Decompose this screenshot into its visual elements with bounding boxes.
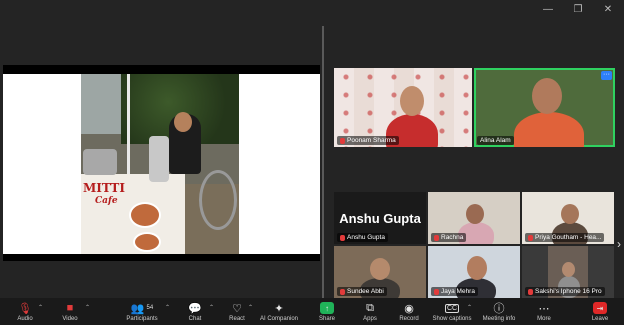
captions-label: Show captions xyxy=(432,316,472,322)
participant-name: Alina Alam xyxy=(480,137,511,144)
more-icon: ⋯ xyxy=(538,302,550,315)
mic-off-icon: 🎙 xyxy=(18,302,32,315)
cart-sign-sub: Cafe xyxy=(95,196,118,206)
apps-icon: ⧉ xyxy=(366,301,374,314)
participant-head xyxy=(467,256,487,280)
participant-head xyxy=(562,262,575,277)
participants-icon: 👥 54 xyxy=(130,302,154,315)
participant-name-label: Jaya Mehra xyxy=(431,287,478,296)
audio-label: Audio xyxy=(17,316,33,322)
participant-name-label: Anshu Gupta xyxy=(337,233,388,242)
video-tile-jaya[interactable]: Jaya Mehra xyxy=(428,246,520,298)
meeting-info-button[interactable]: ⓘ Meeting info xyxy=(474,301,524,322)
mic-muted-icon xyxy=(528,288,533,295)
leave-button[interactable]: ⇥ Leave xyxy=(575,301,624,322)
mic-muted-icon xyxy=(340,234,345,241)
participant-name: Priya Goutham - Hea... xyxy=(535,234,602,241)
cooking-pot xyxy=(83,149,117,175)
share-screen-icon: ↑ xyxy=(320,302,334,314)
captions-options-chevron-icon[interactable]: ⌃ xyxy=(467,304,472,311)
shared-screen[interactable]: MITTI Cafe xyxy=(3,65,320,261)
sparkle-icon: ✦ xyxy=(274,302,284,315)
chat-label: Chat xyxy=(188,316,202,322)
cart-sign-main: MITTI xyxy=(83,181,125,195)
participant-name-label: Sundee Abbi xyxy=(337,287,387,296)
leave-label: Leave xyxy=(591,316,609,322)
more-button[interactable]: ⋯ More xyxy=(519,301,569,323)
video-tile-sakshi[interactable]: Sakshi's Iphone 16 Pro xyxy=(522,246,614,298)
meeting-toolbar: 🎙 Audio ⌃ ■ Video ⌃ 👥 54 Participants ⌃ 💬… xyxy=(0,298,624,325)
participant-head xyxy=(532,78,562,114)
video-tile-rachna[interactable]: Rachna xyxy=(428,192,520,244)
leave-icon: ⇥ xyxy=(593,302,607,314)
participants-button[interactable]: 👥 54 Participants xyxy=(117,301,167,323)
close-icon[interactable]: ✕ xyxy=(602,4,614,16)
mic-muted-icon xyxy=(340,137,345,144)
participant-body xyxy=(514,112,584,147)
minimize-icon[interactable]: — xyxy=(542,4,554,16)
participant-name-label: Poonam Sharma xyxy=(337,136,399,145)
apps-label: Apps xyxy=(363,316,377,322)
participants-label: Participants xyxy=(126,316,158,322)
meeting-info-label: Meeting info xyxy=(482,316,516,322)
video-tile-alina[interactable]: ··· Alina Alam xyxy=(474,68,615,147)
mic-muted-icon xyxy=(434,288,439,295)
mic-muted-icon xyxy=(434,234,439,241)
captions-icon: CC xyxy=(444,303,460,313)
record-icon: ◉ xyxy=(404,302,414,315)
food-plate-1 xyxy=(129,202,161,228)
mic-muted-icon xyxy=(528,234,533,241)
video-options-chevron-icon[interactable]: ⌃ xyxy=(85,304,90,311)
more-label: More xyxy=(537,316,551,322)
tea-urn xyxy=(149,136,169,182)
participant-name-label: Sakshi's Iphone 16 Pro xyxy=(525,287,605,296)
heart-icon: ♡ xyxy=(232,302,242,315)
cart-sign: MITTI Cafe xyxy=(83,182,131,208)
video-off-icon: ■ xyxy=(66,302,74,314)
participant-name: Jaya Mehra xyxy=(441,288,475,295)
wheelchair-wheel xyxy=(199,170,237,230)
participant-head xyxy=(466,204,484,224)
participant-head xyxy=(561,204,579,224)
participant-name-label: Rachna xyxy=(431,233,467,242)
panel-divider[interactable] xyxy=(322,26,324,298)
food-plate-2 xyxy=(133,232,161,252)
audio-options-chevron-icon[interactable]: ⌃ xyxy=(38,304,43,311)
share-label: Share xyxy=(318,316,335,322)
share-icon-wrap: ↑ xyxy=(320,301,334,315)
participant-name: Sakshi's Iphone 16 Pro xyxy=(535,288,602,295)
leave-icon-wrap: ⇥ xyxy=(593,301,607,315)
video-tile-priya[interactable]: Priya Goutham - Hea... xyxy=(522,192,614,244)
info-icon: ⓘ xyxy=(493,303,505,315)
participant-name: Sundee Abbi xyxy=(347,288,384,295)
video-tile-poonam[interactable]: Poonam Sharma xyxy=(334,68,472,147)
next-page-chevron-icon[interactable]: › xyxy=(617,237,621,251)
react-options-chevron-icon[interactable]: ⌃ xyxy=(248,304,253,311)
video-tile-sundee[interactable]: Sundee Abbi xyxy=(334,246,426,298)
ai-companion-label: AI Companion xyxy=(259,316,299,322)
cafe-photo: MITTI Cafe xyxy=(81,74,239,254)
maximize-icon[interactable]: ❐ xyxy=(572,4,584,16)
participant-name: Rachna xyxy=(441,234,464,241)
react-label: React xyxy=(229,316,245,322)
participant-name: Anshu Gupta xyxy=(347,234,385,241)
participant-head xyxy=(370,258,390,280)
participant-name-label: Alina Alam xyxy=(477,136,514,145)
chat-icon: 💬 xyxy=(188,302,202,315)
participant-head xyxy=(400,86,424,116)
participant-name-label: Priya Goutham - Hea... xyxy=(525,233,605,242)
record-label: Record xyxy=(399,316,419,322)
more-options-icon[interactable]: ··· xyxy=(601,71,612,80)
video-tile-anshu[interactable]: Anshu Gupta Anshu Gupta xyxy=(334,192,426,244)
participants-count: 54 xyxy=(146,305,154,311)
mic-muted-icon xyxy=(340,288,345,295)
video-label: Video xyxy=(62,316,78,322)
participant-name: Poonam Sharma xyxy=(347,137,396,144)
ai-companion-button[interactable]: ✦ AI Companion xyxy=(254,301,304,323)
shared-image: MITTI Cafe xyxy=(3,74,320,254)
photo-face xyxy=(174,112,192,132)
window-controls: — ❐ ✕ xyxy=(542,4,614,16)
